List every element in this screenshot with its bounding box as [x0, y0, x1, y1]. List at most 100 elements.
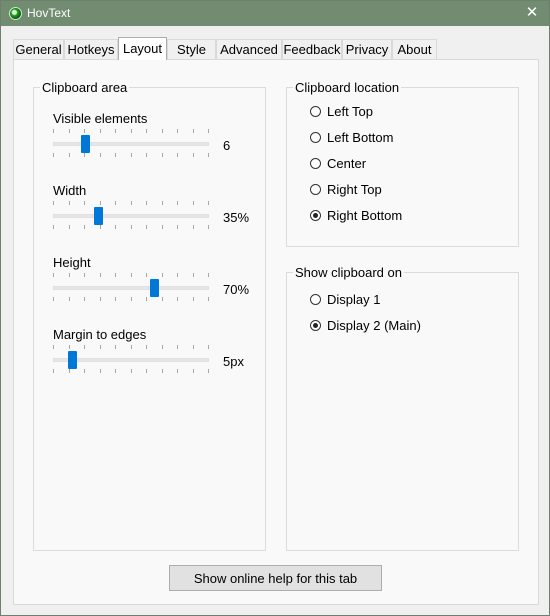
slider-tick — [177, 273, 178, 277]
tab-about[interactable]: About — [392, 39, 437, 60]
tab-feedback[interactable]: Feedback — [282, 39, 342, 60]
slider-tick — [84, 201, 85, 205]
slider-tick — [162, 345, 163, 349]
slider-tick — [100, 345, 101, 349]
slider-tick — [208, 153, 209, 157]
slider-tick — [69, 153, 70, 157]
show-clipboard-on-group: Show clipboard on — [286, 265, 519, 551]
radio-circle[interactable] — [310, 210, 321, 221]
slider-tick — [193, 369, 194, 373]
tab-hotkeys[interactable]: Hotkeys — [64, 39, 118, 60]
clipboard-area-title: Clipboard area — [40, 80, 130, 95]
slider-tick — [131, 273, 132, 277]
slider-tick — [146, 297, 147, 301]
slider-tick — [208, 345, 209, 349]
visible-elements-track[interactable] — [53, 142, 209, 146]
slider-tick — [115, 369, 116, 373]
slider-tick — [69, 201, 70, 205]
tab-layout[interactable]: Layout — [118, 37, 167, 60]
slider-tick — [100, 129, 101, 133]
slider-tick — [146, 273, 147, 277]
margin-to-edges-value: 5px — [223, 354, 244, 369]
radio-circle[interactable] — [310, 294, 321, 305]
slider-tick — [115, 129, 116, 133]
tab-general[interactable]: General — [13, 39, 64, 60]
slider-tick — [53, 225, 54, 229]
slider-tick — [115, 345, 116, 349]
visible-elements-slider-thumb[interactable] — [81, 135, 90, 153]
radio-label: Right Top — [327, 182, 382, 197]
radio-circle[interactable] — [310, 132, 321, 143]
slider-tick — [208, 369, 209, 373]
close-button[interactable]: ✕ — [515, 1, 549, 26]
radio-circle[interactable] — [310, 184, 321, 195]
slider-tick — [208, 273, 209, 277]
width-label: Width — [53, 183, 87, 198]
slider-tick — [193, 153, 194, 157]
slider-tick — [177, 297, 178, 301]
online-help-button[interactable]: Show online help for this tab — [169, 565, 382, 591]
width-slider-thumb[interactable] — [94, 207, 103, 225]
radio-circle[interactable] — [310, 158, 321, 169]
width-track[interactable] — [53, 214, 209, 218]
slider-tick — [115, 297, 116, 301]
tab-advanced[interactable]: Advanced — [216, 39, 282, 60]
slider-tick — [162, 369, 163, 373]
slider-tick — [100, 153, 101, 157]
slider-tick — [162, 273, 163, 277]
slider-tick — [162, 201, 163, 205]
slider-tick — [84, 225, 85, 229]
slider-tick — [69, 369, 70, 373]
slider-tick — [131, 129, 132, 133]
slider-tick — [100, 369, 101, 373]
slider-tick — [177, 225, 178, 229]
slider-tick — [84, 153, 85, 157]
slider-tick — [177, 153, 178, 157]
show-clipboard-on-title: Show clipboard on — [293, 265, 404, 280]
margin-to-edges-slider-thumb[interactable] — [68, 351, 77, 369]
slider-tick — [146, 153, 147, 157]
slider-tick — [208, 225, 209, 229]
slider-tick — [208, 297, 209, 301]
tab-style[interactable]: Style — [167, 39, 216, 60]
slider-tick — [131, 153, 132, 157]
visible-elements-label: Visible elements — [53, 111, 148, 126]
slider-tick — [177, 369, 178, 373]
height-slider-thumb[interactable] — [150, 279, 159, 297]
slider-tick — [69, 225, 70, 229]
slider-tick — [53, 201, 54, 205]
slider-tick — [131, 201, 132, 205]
radio-circle[interactable] — [310, 106, 321, 117]
slider-tick — [146, 129, 147, 133]
slider-tick — [193, 225, 194, 229]
slider-tick — [69, 273, 70, 277]
slider-tick — [193, 345, 194, 349]
slider-tick — [53, 369, 54, 373]
slider-tick — [84, 129, 85, 133]
slider-tick — [162, 225, 163, 229]
slider-tick — [177, 345, 178, 349]
slider-tick — [115, 273, 116, 277]
slider-tick — [193, 273, 194, 277]
slider-tick — [115, 153, 116, 157]
slider-tick — [84, 345, 85, 349]
slider-tick — [177, 129, 178, 133]
radio-label: Display 2 (Main) — [327, 318, 421, 333]
slider-tick — [162, 129, 163, 133]
slider-tick — [177, 201, 178, 205]
slider-tick — [115, 201, 116, 205]
height-track[interactable] — [53, 286, 209, 290]
slider-tick — [146, 345, 147, 349]
slider-tick — [100, 297, 101, 301]
margin-to-edges-label: Margin to edges — [53, 327, 147, 342]
radio-circle[interactable] — [310, 320, 321, 331]
slider-tick — [131, 369, 132, 373]
width-value: 35% — [223, 210, 250, 225]
slider-tick — [146, 225, 147, 229]
slider-tick — [100, 201, 101, 205]
slider-tick — [146, 369, 147, 373]
tab-privacy[interactable]: Privacy — [342, 39, 392, 60]
slider-tick — [53, 273, 54, 277]
window-title: HovText — [27, 6, 71, 20]
slider-tick — [208, 129, 209, 133]
